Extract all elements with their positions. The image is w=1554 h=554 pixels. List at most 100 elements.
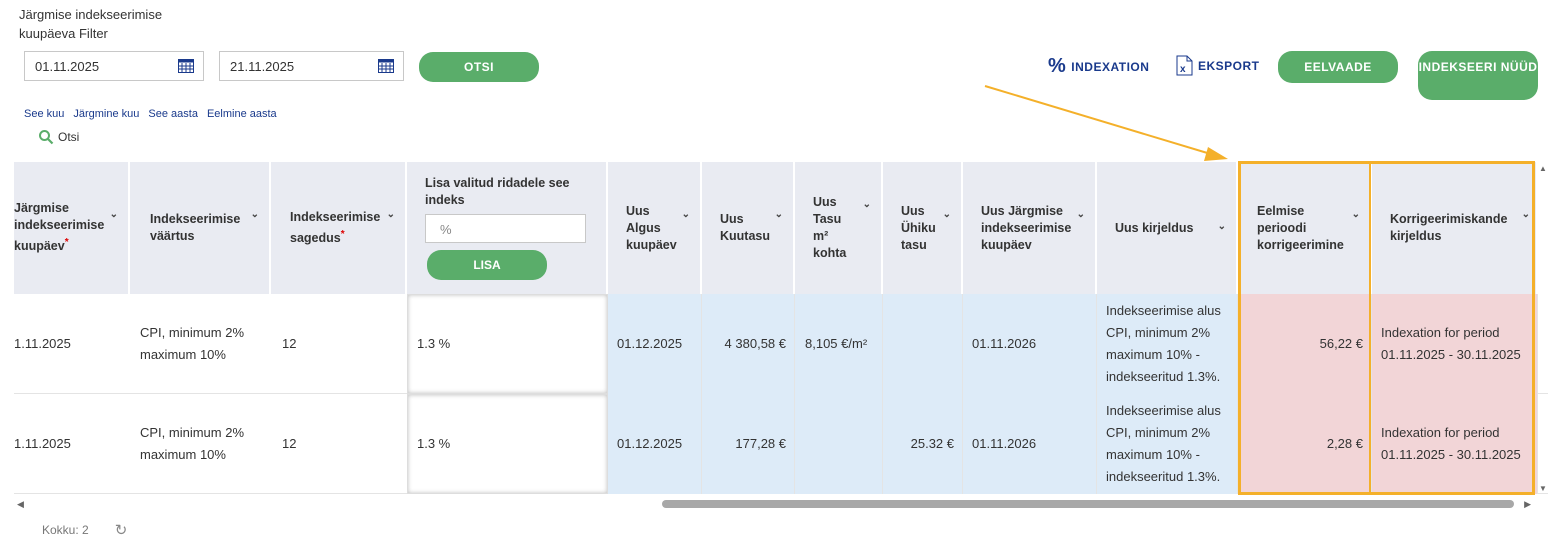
search-link-label: Otsi <box>58 130 80 144</box>
header-new-description[interactable]: Uus kirjeldus ⌄ <box>1097 162 1238 294</box>
date-to-input[interactable]: 21.11.2025 <box>219 51 404 81</box>
search-icon <box>39 130 54 145</box>
chevron-down-icon[interactable]: ⌄ <box>1077 206 1085 223</box>
excel-icon: x <box>1176 55 1193 76</box>
scrollbar-thumb[interactable] <box>662 500 1514 508</box>
chevron-down-icon[interactable]: ⌄ <box>943 206 951 223</box>
header-correction-desc[interactable]: Korrigeerimiskande kirjeldus ⌄ <box>1372 162 1538 294</box>
export-link[interactable]: x EKSPORT <box>1176 55 1260 76</box>
header-add-index: Lisa valitud ridadele see indeks % LISA <box>407 162 608 294</box>
svg-text:x: x <box>1180 64 1186 75</box>
header-prev-correction[interactable]: Eelmise perioodi korrigeerimine ⌄ <box>1238 162 1372 294</box>
table-row[interactable]: 1.11.2025 CPI, minimum 2% maximum 10% 12… <box>14 394 1548 494</box>
cell-new-description: Indekseerimise alus CPI, minimum 2% maxi… <box>1097 294 1238 394</box>
index-percent-input[interactable]: % <box>425 214 586 243</box>
add-button[interactable]: LISA <box>427 250 547 280</box>
indexation-grid: Järgmise indekseerimise kuupäev* ⌄ Indeks… <box>14 162 1548 495</box>
cell-correction-desc: Indexation for period 01.11.2025 - 30.11… <box>1372 394 1538 494</box>
header-label: Indekseerimise sagedus <box>290 209 381 246</box>
header-label: Uus Ühiku tasu <box>901 203 936 252</box>
cell-new-rent: 4 380,58 € <box>702 294 795 394</box>
cell-new-fee-m2: 8,105 €/m² <box>795 294 883 394</box>
horizontal-scrollbar[interactable]: ◀ ▶ <box>14 497 1534 511</box>
cell-new-rent: 177,28 € <box>702 394 795 494</box>
cell-frequency: 12 <box>282 436 297 451</box>
header-label: Korrigeerimiskande kirjeldus <box>1390 212 1508 243</box>
refresh-icon[interactable]: ↻ <box>115 521 128 539</box>
cell-index-value: CPI, minimum 2% maximum 10% <box>140 425 245 462</box>
date-from-input[interactable]: 01.11.2025 <box>24 51 204 81</box>
cell-new-unit-fee: 25.32 € <box>883 394 963 494</box>
cell-new-next-date: 01.11.2026 <box>963 294 1097 394</box>
cell-next-index-date: 1.11.2025 <box>14 436 71 451</box>
scroll-right-icon[interactable]: ▶ <box>1524 499 1531 510</box>
cell-new-start: 01.12.2025 <box>608 394 702 494</box>
chevron-down-icon[interactable]: ⌄ <box>387 206 395 223</box>
export-label: EKSPORT <box>1198 58 1260 73</box>
cell-new-start: 01.12.2025 <box>608 294 702 394</box>
cell-index-value: CPI, minimum 2% maximum 10% <box>140 325 245 362</box>
cell-new-fee-m2 <box>795 394 883 494</box>
chevron-down-icon[interactable]: ⌄ <box>251 206 259 223</box>
vertical-scrollbar[interactable]: ▲ ▼ <box>1537 162 1549 495</box>
chevron-down-icon[interactable]: ⌄ <box>775 206 783 223</box>
chevron-down-icon[interactable]: ⌄ <box>110 206 118 223</box>
cell-new-unit-fee <box>883 294 963 394</box>
header-new-start[interactable]: Uus Algus kuupäev ⌄ <box>608 162 702 294</box>
search-link[interactable]: Otsi <box>38 129 79 145</box>
quick-link-last-year[interactable]: Eelmine aasta <box>207 108 277 120</box>
required-marker: * <box>64 237 69 249</box>
header-index-value[interactable]: Indekseerimise väärtus ⌄ <box>130 162 271 294</box>
scroll-down-icon[interactable]: ▼ <box>1539 484 1547 493</box>
quick-link-next-month[interactable]: Järgmine kuu <box>73 108 139 120</box>
table-row[interactable]: 1.11.2025 CPI, minimum 2% maximum 10% 12… <box>14 294 1548 394</box>
cell-index-input[interactable]: 1.3 % <box>407 294 608 394</box>
header-label: Lisa valitud ridadele see indeks <box>425 176 570 207</box>
header-new-fee-m2[interactable]: Uus Tasu m² kohta ⌄ <box>795 162 883 294</box>
header-new-unit-fee[interactable]: Uus Ühiku tasu ⌄ <box>883 162 963 294</box>
header-new-rent[interactable]: Uus Kuutasu ⌄ <box>702 162 795 294</box>
quick-link-this-year[interactable]: See aasta <box>148 108 198 120</box>
cell-frequency: 12 <box>282 336 297 351</box>
header-next-index-date[interactable]: Järgmise indekseerimise kuupäev* ⌄ <box>14 162 130 294</box>
chevron-down-icon[interactable]: ⌄ <box>682 206 690 223</box>
chevron-down-icon[interactable]: ⌄ <box>863 196 871 213</box>
preview-button[interactable]: EELVAADE <box>1278 51 1398 83</box>
header-label: Uus kirjeldus <box>1115 220 1194 235</box>
chevron-down-icon[interactable]: ⌄ <box>1352 206 1360 223</box>
scroll-left-icon[interactable]: ◀ <box>17 499 24 510</box>
indexation-link[interactable]: % INDEXATION <box>1048 55 1149 78</box>
header-new-next-date[interactable]: Uus Järgmise indekseerimise kuupäev ⌄ <box>963 162 1097 294</box>
grid-footer: Kokku: 2 ↻ <box>42 521 127 539</box>
total-count: Kokku: 2 <box>42 523 89 537</box>
scroll-up-icon[interactable]: ▲ <box>1539 164 1547 173</box>
date-from-value: 01.11.2025 <box>35 59 100 74</box>
cell-next-index-date: 1.11.2025 <box>14 336 71 351</box>
quick-link-this-month[interactable]: See kuu <box>24 108 64 120</box>
calendar-icon[interactable] <box>178 59 194 73</box>
cell-new-description: Indekseerimise alus CPI, minimum 2% maxi… <box>1097 394 1238 494</box>
header-label: Järgmise indekseerimise kuupäev <box>14 201 105 254</box>
index-now-button[interactable]: INDEKSEERI NÜÜD <box>1418 51 1538 100</box>
calendar-icon[interactable] <box>378 59 394 73</box>
cell-prev-correction: 2,28 € <box>1238 394 1372 494</box>
chevron-down-icon[interactable]: ⌄ <box>1522 206 1530 223</box>
cell-prev-correction: 56,22 € <box>1238 294 1372 394</box>
cell-correction-desc: Indexation for period 01.11.2025 - 30.11… <box>1372 294 1538 394</box>
highlight-divider <box>1369 161 1371 495</box>
header-label: Indekseerimise väärtus <box>150 212 241 243</box>
indexation-label: INDEXATION <box>1071 59 1150 74</box>
header-label: Uus Algus kuupäev <box>626 203 677 252</box>
header-label: Eelmise perioodi korrigeerimine <box>1257 203 1344 252</box>
date-to-value: 21.11.2025 <box>230 59 295 74</box>
chevron-down-icon[interactable]: ⌄ <box>1218 218 1226 235</box>
header-frequency[interactable]: Indekseerimise sagedus* ⌄ <box>271 162 407 294</box>
search-button[interactable]: OTSI <box>419 52 539 82</box>
filter-title: Järgmise indekseerimise kuupäeva Filter <box>19 7 163 41</box>
required-marker: * <box>340 228 345 240</box>
cell-new-next-date: 01.11.2026 <box>963 394 1097 494</box>
quick-date-links: See kuu Järgmine kuu See aasta Eelmine a… <box>24 108 277 120</box>
cell-index-input[interactable]: 1.3 % <box>407 394 608 494</box>
percent-icon: % <box>1048 55 1067 77</box>
header-label: Uus Järgmise indekseerimise kuupäev <box>981 203 1072 252</box>
